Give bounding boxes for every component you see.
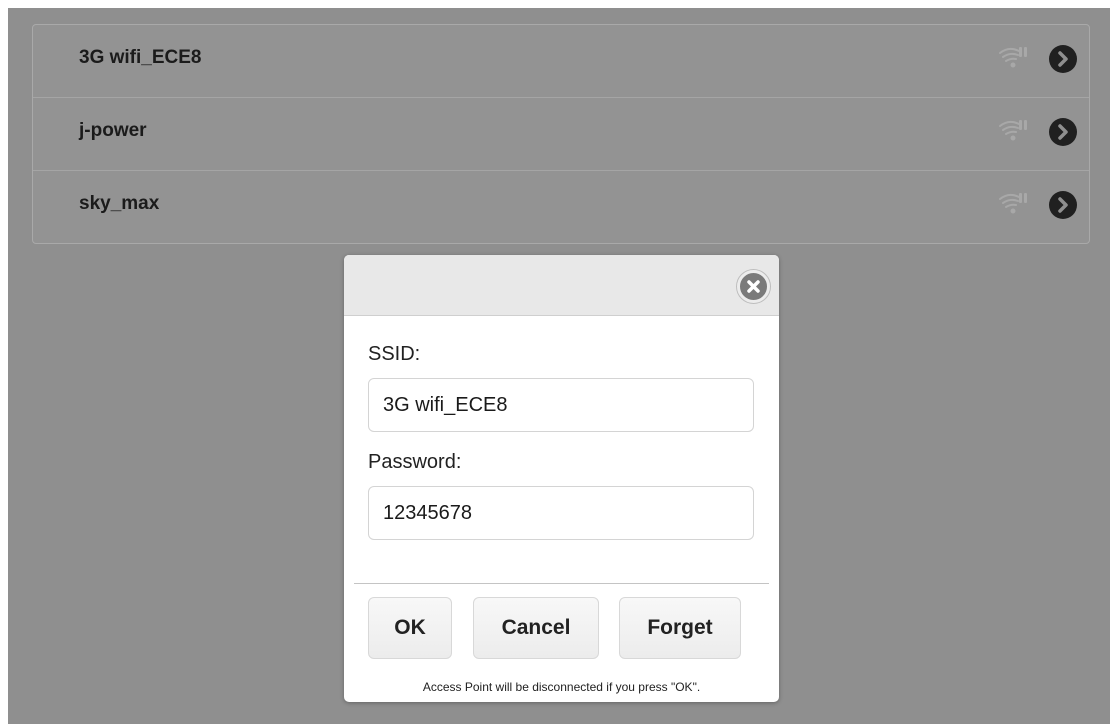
wifi-signal-icon bbox=[997, 45, 1031, 71]
forget-button[interactable]: Forget bbox=[619, 597, 741, 659]
cancel-button[interactable]: Cancel bbox=[473, 597, 599, 659]
ssid-field[interactable] bbox=[368, 378, 754, 432]
network-list-item[interactable]: 3G wifi_ECE8 bbox=[33, 25, 1089, 98]
dialog-header bbox=[344, 255, 779, 316]
password-label: Password: bbox=[368, 451, 462, 473]
network-list: 3G wifi_ECE8 j-power sky_max bbox=[32, 24, 1090, 244]
ok-button[interactable]: OK bbox=[368, 597, 452, 659]
network-ssid: j-power bbox=[79, 120, 147, 141]
network-list-item[interactable]: j-power bbox=[33, 98, 1089, 171]
close-icon[interactable] bbox=[737, 270, 770, 303]
wifi-signal-icon bbox=[997, 191, 1031, 217]
password-field[interactable] bbox=[368, 486, 754, 540]
network-ssid: 3G wifi_ECE8 bbox=[79, 47, 202, 68]
chevron-right-icon[interactable] bbox=[1049, 45, 1077, 73]
disconnect-warning: Access Point will be disconnected if you… bbox=[422, 680, 701, 694]
dialog-divider bbox=[354, 583, 769, 584]
wifi-settings-screen: 3G wifi_ECE8 j-power sky_max SSID: 3G wi… bbox=[8, 8, 1110, 724]
network-list-item[interactable]: sky_max bbox=[33, 171, 1089, 243]
wifi-connect-dialog: SSID: Password: OK Cancel Forget Access … bbox=[344, 255, 779, 702]
wifi-signal-icon bbox=[997, 118, 1031, 144]
network-ssid: sky_max bbox=[79, 193, 160, 214]
ssid-label: SSID: bbox=[368, 343, 421, 365]
chevron-right-icon[interactable] bbox=[1049, 118, 1077, 146]
chevron-right-icon[interactable] bbox=[1049, 191, 1077, 219]
